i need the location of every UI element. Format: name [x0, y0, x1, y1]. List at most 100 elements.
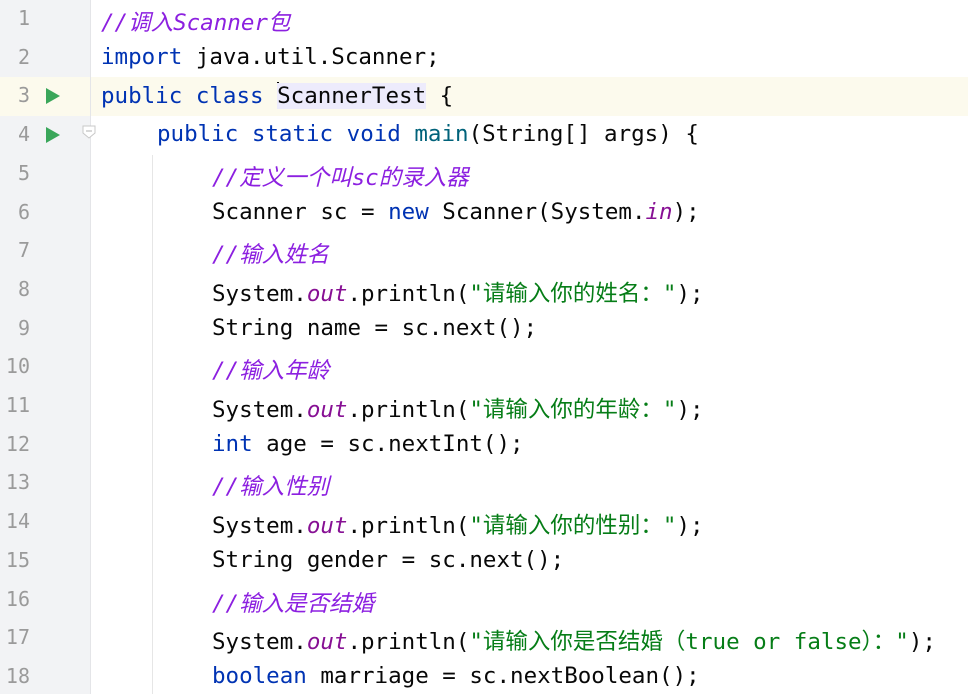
- code-token: .println(: [347, 280, 470, 307]
- line-number: 9: [17, 315, 30, 340]
- code-line-current[interactable]: 3 public class ScannerTest {: [0, 77, 968, 117]
- comment: //输入性别: [212, 474, 330, 501]
- keyword: public static void: [157, 121, 401, 148]
- code-area[interactable]: //调入Scanner包: [91, 0, 968, 39]
- code-token: String gender = sc.next();: [212, 546, 565, 573]
- code-line[interactable]: 5 //定义一个叫sc的录入器: [0, 155, 968, 194]
- comment: //输入年龄: [212, 358, 330, 385]
- code-line[interactable]: 6 Scanner sc = new Scanner(System.in);: [0, 194, 968, 233]
- static-field: out: [306, 629, 348, 656]
- static-field: in: [645, 198, 673, 225]
- code-area[interactable]: System.out.println("请输入你的姓名：");: [91, 271, 968, 310]
- code-line[interactable]: 10 //输入年龄: [0, 348, 968, 387]
- code-area[interactable]: System.out.println("请输入你的性别：");: [91, 503, 968, 542]
- run-arrow-icon[interactable]: [46, 127, 60, 144]
- code-line[interactable]: 1 //调入Scanner包: [0, 0, 968, 39]
- code-area[interactable]: String gender = sc.next();: [91, 542, 968, 581]
- comment: //定义一个叫sc的录入器: [212, 164, 469, 191]
- code-line[interactable]: 9 String name = sc.next();: [0, 310, 968, 349]
- code-token: age = sc.nextInt();: [252, 430, 524, 457]
- code-token: );: [672, 198, 700, 225]
- code-token: (String[] args) {: [468, 121, 699, 148]
- method-name: main: [414, 121, 469, 148]
- line-number: 14: [5, 509, 30, 534]
- code-area[interactable]: Scanner sc = new Scanner(System.in);: [91, 194, 968, 233]
- string-literal: "请输入你的姓名：": [469, 280, 677, 307]
- code-line[interactable]: 16 //输入是否结婚: [0, 581, 968, 620]
- code-line[interactable]: 13 //输入性别: [0, 464, 968, 503]
- code-area[interactable]: //输入姓名: [91, 232, 968, 271]
- code-area[interactable]: //输入是否结婚: [91, 581, 968, 620]
- code-area[interactable]: //定义一个叫sc的录入器: [91, 155, 968, 194]
- code-line[interactable]: 2 import java.util.Scanner;: [0, 39, 968, 78]
- keyword: public class: [101, 83, 264, 110]
- line-number: 5: [17, 160, 30, 185]
- code-area[interactable]: System.out.println("请输入你的年龄：");: [91, 387, 968, 426]
- code-line[interactable]: 18 boolean marriage = sc.nextBoolean();: [0, 658, 968, 697]
- keyword: new: [388, 198, 429, 225]
- code-text: public class ScannerTest {: [101, 82, 454, 110]
- line-number: 1: [17, 6, 30, 30]
- code-editor[interactable]: 1 //调入Scanner包 2 import java.util.Scanne…: [0, 0, 968, 694]
- code-token: marriage = sc.nextBoolean();: [306, 662, 700, 689]
- code-text: Scanner sc = new Scanner(System.in);: [212, 199, 700, 225]
- code-line[interactable]: 11 System.out.println("请输入你的年龄：");: [0, 387, 968, 426]
- code-text: System.out.println("请输入你的性别：");: [212, 508, 704, 540]
- code-token: );: [676, 513, 704, 540]
- code-line[interactable]: 12 int age = sc.nextInt();: [0, 426, 968, 465]
- line-number: 18: [5, 663, 30, 688]
- code-line[interactable]: 4 public static void main(String[] args)…: [0, 116, 968, 155]
- code-area[interactable]: //输入年龄: [91, 348, 968, 387]
- code-token: );: [908, 629, 936, 656]
- code-line[interactable]: 8 System.out.println("请输入你的姓名：");: [0, 271, 968, 310]
- gutter-cell: 13: [0, 464, 90, 503]
- code-area[interactable]: System.out.println("请输入你是否结婚（true or fal…: [91, 619, 968, 658]
- code-token: System.: [212, 397, 307, 423]
- gutter-cell: 6: [0, 194, 90, 233]
- code-area[interactable]: public static void main(String[] args) {: [91, 116, 968, 155]
- code-area[interactable]: int age = sc.nextInt();: [91, 426, 968, 465]
- string-literal: "请输入你的性别：": [469, 513, 677, 540]
- code-area[interactable]: String name = sc.next();: [91, 310, 968, 349]
- line-number: 13: [5, 470, 30, 495]
- code-text: //定义一个叫sc的录入器: [212, 160, 469, 192]
- code-token: {: [426, 83, 454, 110]
- line-number: 7: [17, 238, 30, 263]
- gutter-cell: 18: [0, 658, 90, 697]
- gutter-cell: 8: [0, 271, 90, 310]
- code-line[interactable]: 7 //输入姓名: [0, 232, 968, 271]
- keyword: int: [212, 430, 253, 457]
- gutter-cell: 7: [0, 232, 90, 271]
- code-line[interactable]: 17 System.out.println("请输入你是否结婚（true or …: [0, 619, 968, 658]
- code-area[interactable]: boolean marriage = sc.nextBoolean();: [91, 658, 968, 697]
- code-area[interactable]: public class ScannerTest {: [91, 77, 968, 117]
- line-number: 11: [5, 393, 30, 417]
- code-text: System.out.println("请输入你的姓名：");: [212, 276, 704, 308]
- code-area[interactable]: //输入性别: [91, 464, 968, 503]
- code-area[interactable]: import java.util.Scanner;: [91, 39, 968, 78]
- code-text: import java.util.Scanner;: [101, 44, 440, 70]
- line-number: 17: [5, 625, 30, 650]
- code-token: System.: [212, 280, 307, 307]
- static-field: out: [306, 397, 348, 423]
- code-line[interactable]: 15 String gender = sc.next();: [0, 542, 968, 581]
- line-number: 4: [17, 122, 30, 147]
- gutter-cell: 16: [0, 581, 90, 620]
- string-literal: "请输入你是否结婚（true or false）：": [469, 629, 909, 656]
- code-line[interactable]: 14 System.out.println("请输入你的性别：");: [0, 503, 968, 542]
- code-token: Scanner(System.: [428, 198, 646, 225]
- run-arrow-icon[interactable]: [46, 88, 60, 105]
- code-text: //输入年龄: [212, 353, 329, 385]
- code-text: String gender = sc.next();: [212, 547, 564, 573]
- code-token: String name = sc.next();: [212, 314, 538, 341]
- code-text: //输入是否结婚: [212, 586, 374, 618]
- code-token: );: [676, 397, 704, 423]
- comment: //输入姓名: [212, 242, 330, 269]
- gutter-cell: 9: [0, 310, 90, 349]
- gutter-cell: 11: [0, 387, 90, 426]
- code-text: String name = sc.next();: [212, 315, 537, 341]
- string-literal: "请输入你的年龄：": [469, 397, 677, 423]
- class-name[interactable]: ScannerTest: [277, 83, 427, 110]
